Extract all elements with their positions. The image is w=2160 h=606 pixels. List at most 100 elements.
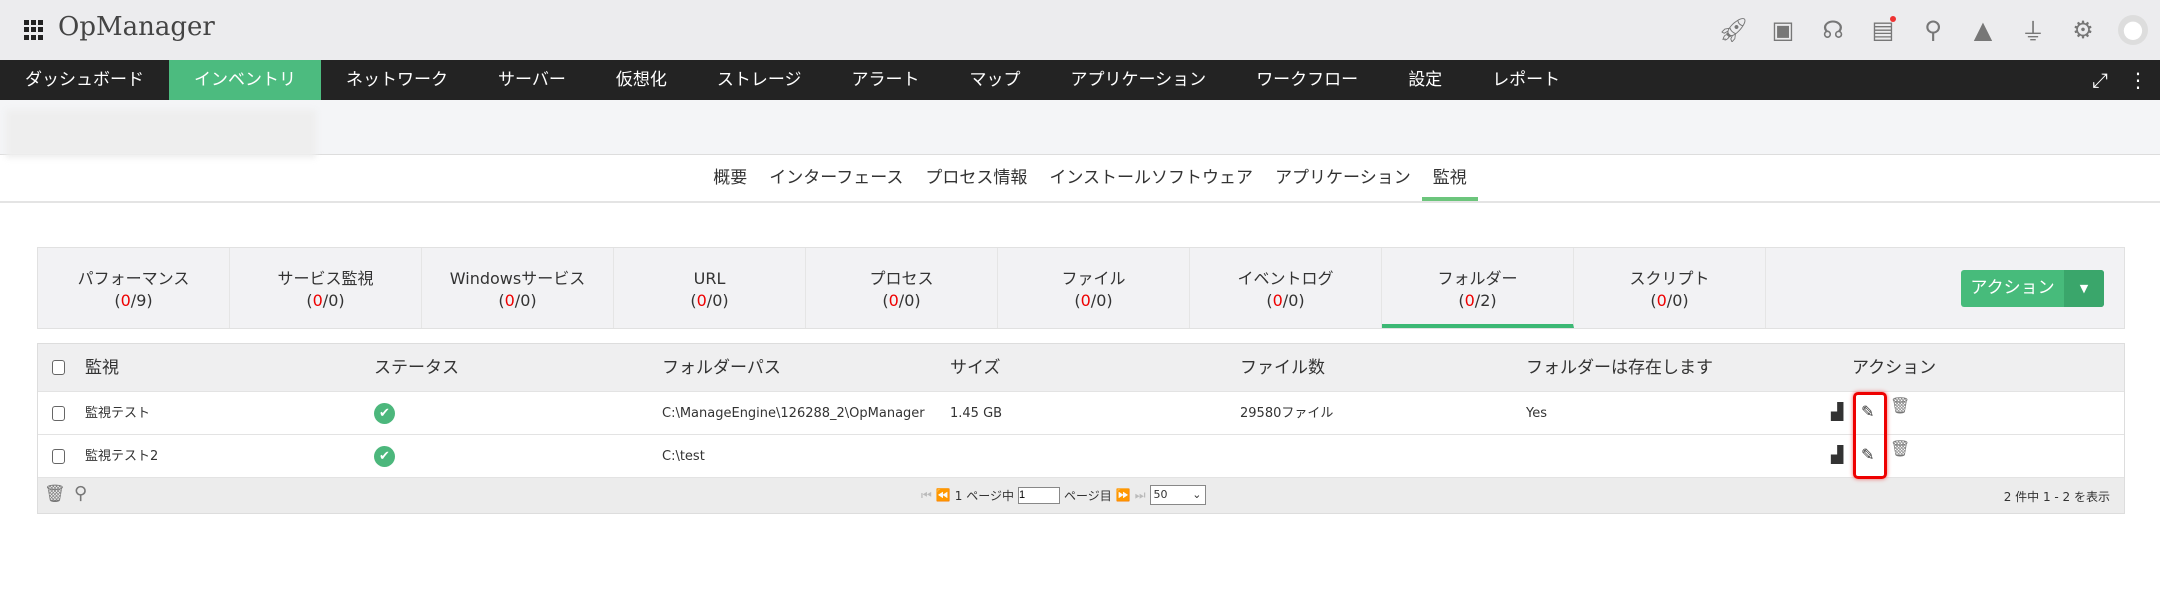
down-count: 0 (696, 291, 707, 310)
down-count: 0 (1656, 291, 1667, 310)
subtab-processes[interactable]: プロセス情報 (914, 155, 1038, 201)
top-header: OpManager 🚀︎ ▣ ☊ ▤ ⚲ ▲ ⏚ ⚙ ● (0, 0, 2160, 60)
delete-icon[interactable]: 🗑︎ (44, 484, 66, 504)
nav-inventory[interactable]: インベントリ (169, 60, 321, 100)
delete-icon[interactable]: 🗑︎ (1890, 396, 1910, 415)
row-checkbox[interactable] (52, 449, 65, 464)
fullscreen-icon[interactable]: ⤢ (2092, 68, 2108, 92)
monitor-tab-label: イベントログ (1237, 269, 1334, 288)
total-count: 0 (1288, 291, 1299, 310)
device-subtabs: 概要 インターフェース プロセス情報 インストールソフトウェア アプリケーション… (0, 155, 2160, 203)
monitor-tab[interactable]: Windowsサービス (0/0) (422, 248, 614, 328)
chart-icon[interactable]: ▟ (1831, 445, 1843, 464)
presentation-icon[interactable]: ▣ (1768, 16, 1798, 44)
nav-virtualization[interactable]: 仮想化 (591, 60, 692, 100)
total-count: 9 (136, 291, 147, 310)
subtab-interfaces[interactable]: インターフェース (758, 155, 914, 201)
col-folder-path[interactable]: フォルダーパス (662, 344, 781, 392)
action-button[interactable]: アクション ▼ (1961, 270, 2104, 307)
last-page-icon[interactable]: ⏭ (1135, 488, 1146, 503)
folder-exists: Yes (1526, 406, 1547, 421)
chart-icon[interactable]: ▟ (1831, 402, 1843, 421)
main-nav: ダッシュボード インベントリ ネットワーク サーバー 仮想化 ストレージ アラー… (0, 60, 2160, 100)
headset-icon[interactable]: ☊ (1818, 16, 1848, 44)
col-monitor[interactable]: 監視 (85, 344, 119, 392)
monitor-tab-count: (0/0) (882, 291, 921, 310)
monitor-tab-label: ファイル (1061, 269, 1126, 288)
monitor-tab[interactable]: パフォーマンス (0/9) (38, 248, 230, 328)
monitor-tab[interactable]: イベントログ (0/0) (1190, 248, 1382, 328)
col-file-count[interactable]: ファイル数 (1240, 344, 1325, 392)
prev-page-icon[interactable]: ⏪ (936, 488, 951, 502)
down-count: 0 (120, 291, 131, 310)
monitor-tab[interactable]: URL (0/0) (614, 248, 806, 328)
monitor-tab[interactable]: サービス監視 (0/0) (230, 248, 422, 328)
next-page-icon[interactable]: ⏩ (1116, 488, 1131, 502)
monitor-tab[interactable]: スクリプト (0/0) (1574, 248, 1766, 328)
user-avatar-icon[interactable]: ● (2118, 14, 2148, 45)
row-checkbox[interactable] (52, 406, 65, 421)
subtab-monitors[interactable]: 監視 (1421, 155, 1478, 201)
monitor-tab[interactable]: ファイル (0/0) (998, 248, 1190, 328)
nav-maps[interactable]: マップ (945, 60, 1046, 100)
subtab-installed-software[interactable]: インストールソフトウェア (1038, 155, 1264, 201)
per-page-select[interactable]: 50 ⌄ (1149, 485, 1206, 505)
more-icon[interactable]: ⋮ (2128, 68, 2148, 92)
gear-icon[interactable]: ⚙ (2068, 16, 2098, 44)
search-icon[interactable]: ⚲ (1918, 16, 1948, 44)
col-folder-exists[interactable]: フォルダーは存在します (1526, 344, 1713, 392)
monitor-tab-count: (0/2) (1458, 291, 1497, 310)
col-size[interactable]: サイズ (950, 344, 1001, 392)
total-count: 0 (1096, 291, 1107, 310)
gift-icon[interactable]: ▤ (1868, 15, 1898, 44)
search-icon[interactable]: ⚲ (74, 483, 87, 504)
first-page-icon[interactable]: ⏮ (921, 488, 932, 503)
app-grid-icon[interactable] (24, 20, 44, 40)
subtab-overview[interactable]: 概要 (702, 155, 758, 201)
pager-prefix: 1 ページ中 (954, 488, 1014, 503)
down-count: 0 (1464, 291, 1475, 310)
nav-applications[interactable]: アプリケーション (1046, 60, 1232, 100)
col-actions: アクション (1852, 358, 1937, 378)
monitors-table: 監視 ステータス フォルダーパス サイズ ファイル数 フォルダーは存在します ア… (37, 343, 2125, 514)
monitor-tab[interactable]: フォルダー (0/2) (1382, 248, 1574, 328)
bell-icon[interactable]: ▲ (1968, 16, 1998, 44)
action-button-label[interactable]: アクション (1961, 270, 2064, 307)
nav-workflow[interactable]: ワークフロー (1231, 60, 1383, 100)
monitor-tab-label: プロセス (869, 269, 934, 288)
nav-network[interactable]: ネットワーク (321, 60, 473, 100)
monitor-tab-label: フォルダー (1437, 269, 1518, 288)
blurred-device-name (6, 110, 316, 158)
action-dropdown-caret-icon[interactable]: ▼ (2064, 270, 2104, 307)
monitor-tab-label: スクリプト (1629, 269, 1710, 288)
nav-reports[interactable]: レポート (1467, 60, 1585, 100)
nav-alarms[interactable]: アラート (827, 60, 945, 100)
down-count: 0 (312, 291, 323, 310)
monitor-tab-label: パフォーマンス (77, 269, 190, 288)
nav-settings[interactable]: 設定 (1383, 60, 1467, 100)
monitor-name[interactable]: 監視テスト (85, 392, 150, 435)
total-count: 0 (328, 291, 339, 310)
pager-summary: 2 件中 1 - 2 を表示 (2003, 490, 2110, 504)
total-count: 0 (520, 291, 531, 310)
nav-storage[interactable]: ストレージ (692, 60, 827, 100)
plug-icon[interactable]: ⏚ (2018, 12, 2048, 47)
page-input[interactable] (1017, 486, 1060, 504)
rocket-icon[interactable]: 🚀︎ (1718, 16, 1748, 44)
col-status[interactable]: ステータス (374, 344, 459, 392)
monitor-type-tabs: パフォーマンス (0/9) サービス監視 (0/0) Windowsサービス (0/0) U… (37, 247, 2125, 329)
status-ok-icon: ✔ (374, 392, 395, 435)
monitor-tab-label: Windowsサービス (449, 269, 586, 288)
down-count: 0 (1080, 291, 1091, 310)
total-count: 2 (1480, 291, 1491, 310)
subtab-applications[interactable]: アプリケーション (1264, 155, 1422, 201)
monitor-tab[interactable]: プロセス (0/0) (806, 248, 998, 328)
nav-dashboard[interactable]: ダッシュボード (0, 60, 169, 100)
delete-icon[interactable]: 🗑︎ (1890, 439, 1910, 458)
monitor-tab-count: (0/0) (1650, 291, 1689, 310)
nav-server[interactable]: サーバー (473, 60, 591, 100)
table-row: 監視テスト2 ✔ C:\test ▟ ✎ 🗑︎ (38, 435, 2124, 478)
monitor-name[interactable]: 監視テスト2 (85, 435, 158, 478)
select-all-checkbox[interactable] (52, 360, 65, 375)
down-count: 0 (504, 291, 515, 310)
